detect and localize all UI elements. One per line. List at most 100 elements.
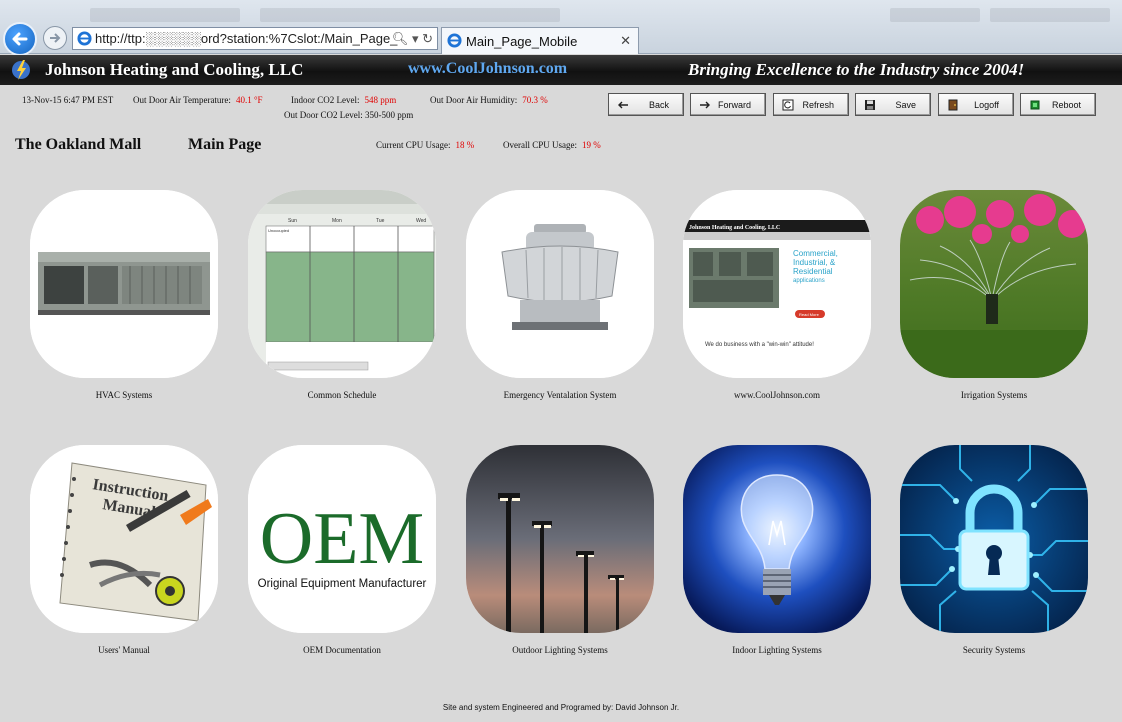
current-cpu-label: Current CPU Usage: bbox=[376, 140, 451, 150]
menu-bar-ghost bbox=[260, 8, 560, 22]
website-link[interactable]: www.CoolJohnson.com bbox=[408, 60, 567, 78]
website-read-more: Read More bbox=[799, 312, 820, 317]
tile-emergency-ventilation[interactable] bbox=[466, 190, 654, 378]
logoff-label: Logoff bbox=[974, 99, 999, 110]
overall-cpu-label: Overall CPU Usage: bbox=[503, 140, 577, 150]
toolbar-ghost bbox=[990, 8, 1110, 22]
tile-caption[interactable]: Emergency Ventalation System bbox=[450, 390, 670, 400]
oem-icon: OEM Original Equipment Manufacturer bbox=[248, 445, 436, 633]
address-text: http://ttp:░░░░░░ord?station:%7Cslot:/Ma… bbox=[95, 31, 398, 46]
website-icon: Johnson Heating and Cooling, LLC Commerc… bbox=[683, 190, 871, 378]
tile-caption[interactable]: www.CoolJohnson.com bbox=[667, 390, 887, 400]
tile-caption[interactable]: Indoor Lighting Systems bbox=[667, 645, 887, 655]
humidity-label: Out Door Air Humidity: bbox=[430, 95, 518, 105]
oem-subtitle: Original Equipment Manufacturer bbox=[258, 578, 427, 590]
website-heading: Residential bbox=[793, 267, 833, 276]
save-label: Save bbox=[895, 99, 916, 110]
forward-button[interactable]: Forward bbox=[690, 93, 766, 116]
tile-caption[interactable]: Common Schedule bbox=[232, 390, 452, 400]
datetime: 13-Nov-15 6:47 PM EST bbox=[22, 95, 114, 105]
overall-cpu-value: 19 % bbox=[582, 140, 601, 150]
refresh-icon bbox=[782, 99, 794, 111]
back-label: Back bbox=[648, 99, 669, 110]
outdoor-temp-label: Out Door Air Temperature: bbox=[133, 95, 231, 105]
outdoor-humidity: Out Door Air Humidity: 70.3 % bbox=[430, 95, 548, 105]
website-heading: Industrial, & bbox=[793, 258, 836, 267]
company-name: Johnson Heating and Cooling, LLC bbox=[45, 60, 304, 79]
tile-caption[interactable]: Outdoor Lighting Systems bbox=[450, 645, 670, 655]
manual-icon: Instruction Manual bbox=[30, 445, 218, 633]
tile-common-schedule[interactable]: Sun Mon Tue Wed Unoccupied bbox=[248, 190, 436, 378]
hvac-unit-icon bbox=[30, 190, 218, 378]
indoor-co2-value: 548 ppm bbox=[364, 95, 397, 105]
door-icon bbox=[948, 99, 958, 111]
browser-back-button[interactable] bbox=[3, 22, 37, 56]
toolbar-ghost bbox=[890, 8, 980, 22]
schedule-header: Sun bbox=[288, 218, 297, 224]
back-arrow-icon bbox=[618, 101, 628, 109]
search-refresh-icons[interactable]: 🔍︎ ▾ ↻ bbox=[392, 31, 433, 47]
schedule-cell: Unoccupied bbox=[268, 228, 289, 233]
slogan: Bringing Excellence to the Industry sinc… bbox=[688, 60, 1025, 79]
site-banner: Johnson Heating and Cooling, LLC www.Coo… bbox=[0, 55, 1122, 85]
overall-cpu: Overall CPU Usage: 19 % bbox=[503, 140, 601, 150]
sprinkler-icon bbox=[900, 190, 1088, 378]
website-tagline: We do business with a "win-win" attitude… bbox=[705, 342, 814, 348]
arrow-left-icon bbox=[12, 32, 28, 46]
street-light-icon bbox=[466, 445, 654, 633]
browser-tab[interactable]: Main_Page_Mobile ✕ bbox=[441, 27, 639, 54]
tile-users-manual[interactable]: Instruction Manual bbox=[30, 445, 218, 633]
schedule-header: Wed bbox=[416, 218, 426, 224]
tile-caption[interactable]: Security Systems bbox=[884, 645, 1104, 655]
schedule-header: Mon bbox=[332, 218, 342, 224]
footer-credit: Site and system Engineered and Programed… bbox=[442, 703, 680, 712]
tile-security[interactable] bbox=[900, 445, 1088, 633]
tile-outdoor-lighting[interactable] bbox=[466, 445, 654, 633]
ie-icon bbox=[447, 33, 462, 48]
light-bulb-icon bbox=[683, 445, 871, 633]
current-cpu-value: 18 % bbox=[455, 140, 475, 150]
website-heading: applications bbox=[793, 278, 825, 284]
site-name: The Oakland Mall bbox=[15, 136, 142, 153]
tile-caption[interactable]: Users' Manual bbox=[14, 645, 234, 655]
tab-title: Main_Page_Mobile bbox=[466, 33, 578, 49]
browser-forward-button[interactable] bbox=[43, 26, 67, 50]
ie-icon bbox=[77, 31, 92, 46]
refresh-label: Refresh bbox=[802, 99, 834, 110]
schedule-header: Tue bbox=[376, 218, 385, 224]
tile-indoor-lighting[interactable] bbox=[683, 445, 871, 633]
outdoor-co2: Out Door CO2 Level: 350-500 ppm bbox=[284, 110, 414, 120]
company-logo-icon bbox=[12, 60, 30, 80]
exhaust-fan-icon bbox=[466, 190, 654, 378]
reboot-button[interactable]: Reboot bbox=[1020, 93, 1096, 116]
website-preview-title: Johnson Heating and Cooling, LLC bbox=[689, 225, 780, 231]
forward-label: Forward bbox=[717, 99, 751, 110]
tile-oem-documentation[interactable]: OEM Original Equipment Manufacturer bbox=[248, 445, 436, 633]
indoor-co2: Indoor CO2 Level: 548 ppm bbox=[291, 95, 396, 105]
current-cpu: Current CPU Usage: 18 % bbox=[376, 140, 474, 150]
indoor-co2-label: Indoor CO2 Level: bbox=[291, 95, 360, 105]
schedule-icon: Sun Mon Tue Wed Unoccupied bbox=[248, 190, 436, 378]
back-button[interactable]: Back bbox=[608, 93, 684, 116]
refresh-button[interactable]: Refresh bbox=[773, 93, 849, 116]
tile-irrigation[interactable] bbox=[900, 190, 1088, 378]
chip-icon bbox=[1030, 100, 1040, 110]
menu-bar-ghost bbox=[90, 8, 240, 22]
browser-chrome: http://ttp:░░░░░░ord?station:%7Cslot:/Ma… bbox=[0, 0, 1122, 56]
floppy-disk-icon bbox=[865, 100, 875, 110]
tile-caption[interactable]: HVAC Systems bbox=[14, 390, 234, 400]
outdoor-temp: Out Door Air Temperature: 40.1 °F bbox=[133, 95, 263, 105]
website-heading: Commercial, bbox=[793, 249, 838, 258]
reboot-label: Reboot bbox=[1051, 99, 1081, 110]
tile-caption[interactable]: Irrigation Systems bbox=[884, 390, 1104, 400]
forward-arrow-icon bbox=[700, 101, 710, 109]
tile-hvac-systems[interactable] bbox=[30, 190, 218, 378]
tile-website[interactable]: Johnson Heating and Cooling, LLC Commerc… bbox=[683, 190, 871, 378]
save-button[interactable]: Save bbox=[855, 93, 931, 116]
tab-close-icon[interactable]: ✕ bbox=[620, 33, 631, 49]
page-title: Main Page bbox=[188, 136, 262, 153]
tile-caption[interactable]: OEM Documentation bbox=[232, 645, 452, 655]
address-bar[interactable]: http://ttp:░░░░░░ord?station:%7Cslot:/Ma… bbox=[72, 27, 438, 50]
outdoor-temp-value: 40.1 °F bbox=[235, 95, 263, 105]
logoff-button[interactable]: Logoff bbox=[938, 93, 1014, 116]
